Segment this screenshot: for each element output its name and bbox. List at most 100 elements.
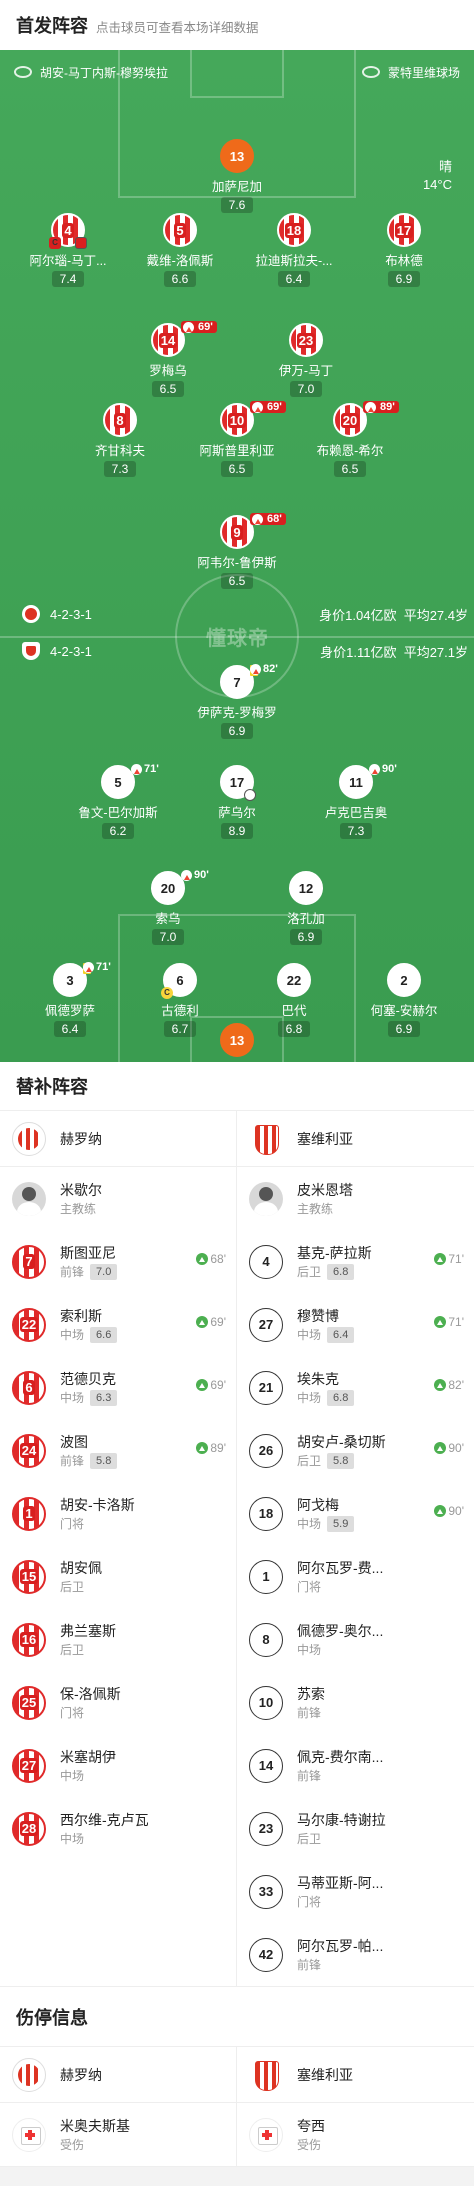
away-player-13[interactable]: 13尼兰德6.8 <box>182 1023 292 1062</box>
away-team-row[interactable]: 塞维利亚 <box>237 2047 474 2103</box>
home-player-20[interactable]: 20 89' 布赖恩-希尔 6.5 <box>295 401 405 478</box>
sub-player-row[interactable]: 27 穆赞博 中场 6.4 71' <box>237 1293 474 1356</box>
home-player-23[interactable]: 23 伊万-马丁 7.0 <box>251 323 361 398</box>
home-player-14[interactable]: 14 69' 罗梅乌 6.5 <box>113 321 223 398</box>
sub-player-row[interactable]: 21 埃朱克 中场 6.8 82' <box>237 1356 474 1419</box>
sub-player-row[interactable]: 22 索利斯 中场 6.6 69' <box>0 1293 236 1356</box>
sub-player-row[interactable]: 33 马蒂亚斯-阿... 门将 <box>237 1860 474 1923</box>
sub-position: 中场 <box>60 1768 85 1783</box>
home-team-row[interactable]: 赫罗纳 <box>0 1111 236 1167</box>
player-rating: 7.6 <box>220 197 254 213</box>
girona-logo-icon <box>12 1121 46 1156</box>
sub-player-row[interactable]: 6 范德贝克 中场 6.3 69' <box>0 1356 236 1419</box>
sub-rating: 5.8 <box>90 1452 118 1469</box>
sub-rating: 7.0 <box>90 1263 118 1280</box>
sub-player-row[interactable]: 26 胡安卢-桑切斯 后卫 5.8 90' <box>237 1419 474 1482</box>
jersey-number: 27 <box>249 1307 283 1342</box>
away-player-12[interactable]: 12 洛孔加 6.9 <box>251 871 361 946</box>
injury-item[interactable]: 米奥夫斯基 受伤 <box>0 2103 236 2166</box>
player-name: 戴维-洛佩斯 <box>146 254 214 268</box>
sub-player-name: 斯图亚尼 <box>60 1244 116 1261</box>
away-subs-column: 塞维利亚 皮米恩塔 主教练 4 基克-萨拉斯 后卫 6.8 71' 27 穆赞博 中场 6.4 71… <box>237 1111 474 1986</box>
away-player-17[interactable]: 17 萨乌尔 8.9 <box>182 765 292 840</box>
home-player-17[interactable]: 17 布林德 6.9 <box>349 213 459 288</box>
player-name: 何塞-安赫尔 <box>370 1004 438 1018</box>
player-rating: 6.9 <box>220 723 254 739</box>
home-player-9[interactable]: 9 68' 阿韦尔-鲁伊斯 6.5 <box>182 513 292 590</box>
sub-player-row[interactable]: 24 波图 前锋 5.8 89' <box>0 1419 236 1482</box>
jersey-number: 17 <box>220 765 256 801</box>
home-team-row[interactable]: 赫罗纳 <box>0 2047 236 2103</box>
sub-player-row[interactable]: 15 胡安佩 后卫 <box>0 1545 236 1608</box>
subs-title: 替补阵容 <box>16 1077 88 1097</box>
watermark: 懂球帝 <box>206 628 269 650</box>
sub-player-row[interactable]: 1 胡安-卡洛斯 门将 <box>0 1482 236 1545</box>
player-name: 伊萨克-罗梅罗 <box>197 706 277 720</box>
player-rating: 6.6 <box>163 271 197 287</box>
away-player-5[interactable]: 5 71' 鲁文-巴尔加斯 6.2 <box>63 763 173 840</box>
away-player-11[interactable]: 11 90' 卢克巴吉奥 7.3 <box>301 763 411 840</box>
jersey-number: 10 69' <box>220 401 286 437</box>
jersey-number: 27 <box>12 1748 46 1783</box>
away-player-7[interactable]: 7 82' 伊萨克-罗梅罗 6.9 <box>182 663 292 740</box>
sub-position: 后卫 <box>297 1264 322 1279</box>
sub-player-row[interactable]: 10 苏索 前锋 <box>237 1671 474 1734</box>
injury-icon <box>12 2117 46 2152</box>
home-player-13[interactable]: 13 加萨尼加 7.6 <box>182 139 292 214</box>
sub-position: 后卫 <box>297 1831 322 1846</box>
sub-player-row[interactable]: 7 斯图亚尼 前锋 7.0 68' <box>0 1230 236 1293</box>
sub-player-name: 埃朱克 <box>297 1370 339 1387</box>
away-player-20[interactable]: 20 90' 索乌 7.0 <box>113 869 223 946</box>
home-player-10[interactable]: 10 69' 阿斯普里利亚 6.5 <box>182 401 292 478</box>
away-coach[interactable]: 皮米恩塔 主教练 <box>237 1167 474 1230</box>
home-player-4[interactable]: 4 C 阿尔瑙-马丁... 7.4 <box>13 213 123 288</box>
away-player-2[interactable]: 2 何塞-安赫尔 6.9 <box>349 963 459 1038</box>
sub-off-icon: 69' <box>181 321 217 333</box>
jersey-number: 11 90' <box>339 763 397 799</box>
sub-player-row[interactable]: 4 基克-萨拉斯 后卫 6.8 71' <box>237 1230 474 1293</box>
subs-table: 赫罗纳 米歇尔 主教练 7 斯图亚尼 前锋 7.0 68' 22 索利斯 中场 6.6 69' 6 范德… <box>0 1110 474 1986</box>
player-rating: 7.3 <box>339 823 373 839</box>
home-player-18[interactable]: 18 拉迪斯拉夫-... 6.4 <box>239 213 349 288</box>
jersey-number: 7 82' <box>220 663 278 699</box>
injury-item[interactable]: 夸西 受伤 <box>237 2103 474 2166</box>
sub-player-row[interactable]: 14 佩克-费尔南... 前锋 <box>237 1734 474 1797</box>
jersey-number: 8 <box>103 403 137 437</box>
sub-in-icon: 89' <box>196 1441 226 1455</box>
player-name: 阿尔瑙-马丁... <box>29 254 107 268</box>
jersey-number: 4C <box>49 213 87 249</box>
player-name: 布赖恩-希尔 <box>316 444 384 458</box>
away-team-row[interactable]: 塞维利亚 <box>237 1111 474 1167</box>
jersey-number: 9 68' <box>220 513 286 549</box>
sub-player-row[interactable]: 16 弗兰塞斯 后卫 <box>0 1608 236 1671</box>
sub-player-row[interactable]: 42 阿尔瓦罗-帕... 前锋 <box>237 1923 474 1986</box>
sub-player-row[interactable]: 1 阿尔瓦罗-费... 门将 <box>237 1545 474 1608</box>
sub-player-row[interactable]: 25 保-洛佩斯 门将 <box>0 1671 236 1734</box>
jersey-number: 18 <box>277 213 311 247</box>
home-coach[interactable]: 米歇尔 主教练 <box>0 1167 236 1230</box>
player-rating: 6.2 <box>101 823 135 839</box>
sub-player-row[interactable]: 23 马尔康-特谢拉 后卫 <box>237 1797 474 1860</box>
jersey-number: 28 <box>12 1811 46 1846</box>
captain-icon: C <box>49 237 61 249</box>
home-player-5[interactable]: 5 戴维-洛佩斯 6.6 <box>125 213 235 288</box>
away-player-3[interactable]: 3 71' 佩德罗萨 6.4 <box>15 961 125 1038</box>
sub-player-row[interactable]: 18 阿戈梅 中场 5.9 90' <box>237 1482 474 1545</box>
home-player-8[interactable]: 8 齐甘科夫 7.3 <box>65 403 175 478</box>
sub-player-row[interactable]: 27 米塞胡伊 中场 <box>0 1734 236 1797</box>
jersey-number: 6 <box>12 1370 46 1405</box>
sub-off-icon: 71' <box>131 763 159 775</box>
sub-position: 前锋 <box>60 1264 85 1279</box>
jersey-number: 16 <box>12 1622 46 1657</box>
sub-player-row[interactable]: 28 西尔维-克卢瓦 中场 <box>0 1797 236 1860</box>
sub-in-icon: 69' <box>196 1315 226 1329</box>
player-name: 阿韦尔-鲁伊斯 <box>197 556 277 570</box>
jersey-number: 22 <box>12 1307 46 1342</box>
sub-position: 中场 <box>297 1390 322 1405</box>
jersey-number: 33 <box>249 1874 283 1909</box>
sub-player-name: 弗兰塞斯 <box>60 1622 116 1639</box>
jersey-number: 14 69' <box>151 321 217 357</box>
sub-player-name: 保-洛佩斯 <box>60 1685 121 1702</box>
sub-player-row[interactable]: 8 佩德罗-奥尔... 中场 <box>237 1608 474 1671</box>
jersey-number: 6C <box>161 963 197 999</box>
